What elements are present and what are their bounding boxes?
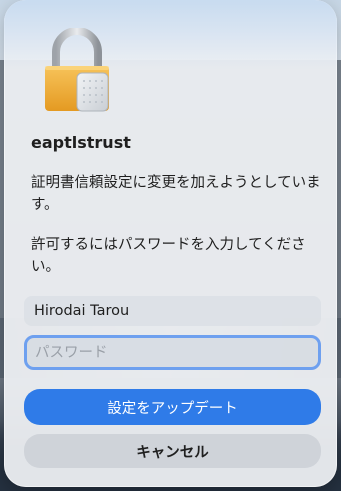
update-settings-button[interactable]: 設定をアップデート (24, 389, 321, 425)
dialog-message: 証明書信頼設定に変更を加えようとしています。 (31, 175, 321, 213)
username-field[interactable] (24, 296, 321, 326)
lock-icon (45, 28, 109, 112)
authorization-dialog: eaptlstrust 証明書信頼設定に変更を加えようとしています。 許可するに… (4, 0, 337, 487)
app-name: eaptlstrust (31, 133, 131, 152)
cancel-button[interactable]: キャンセル (24, 434, 321, 468)
dialog-instruction: 許可するにはパスワードを入力してください。 (31, 237, 306, 275)
password-field[interactable] (24, 335, 321, 370)
